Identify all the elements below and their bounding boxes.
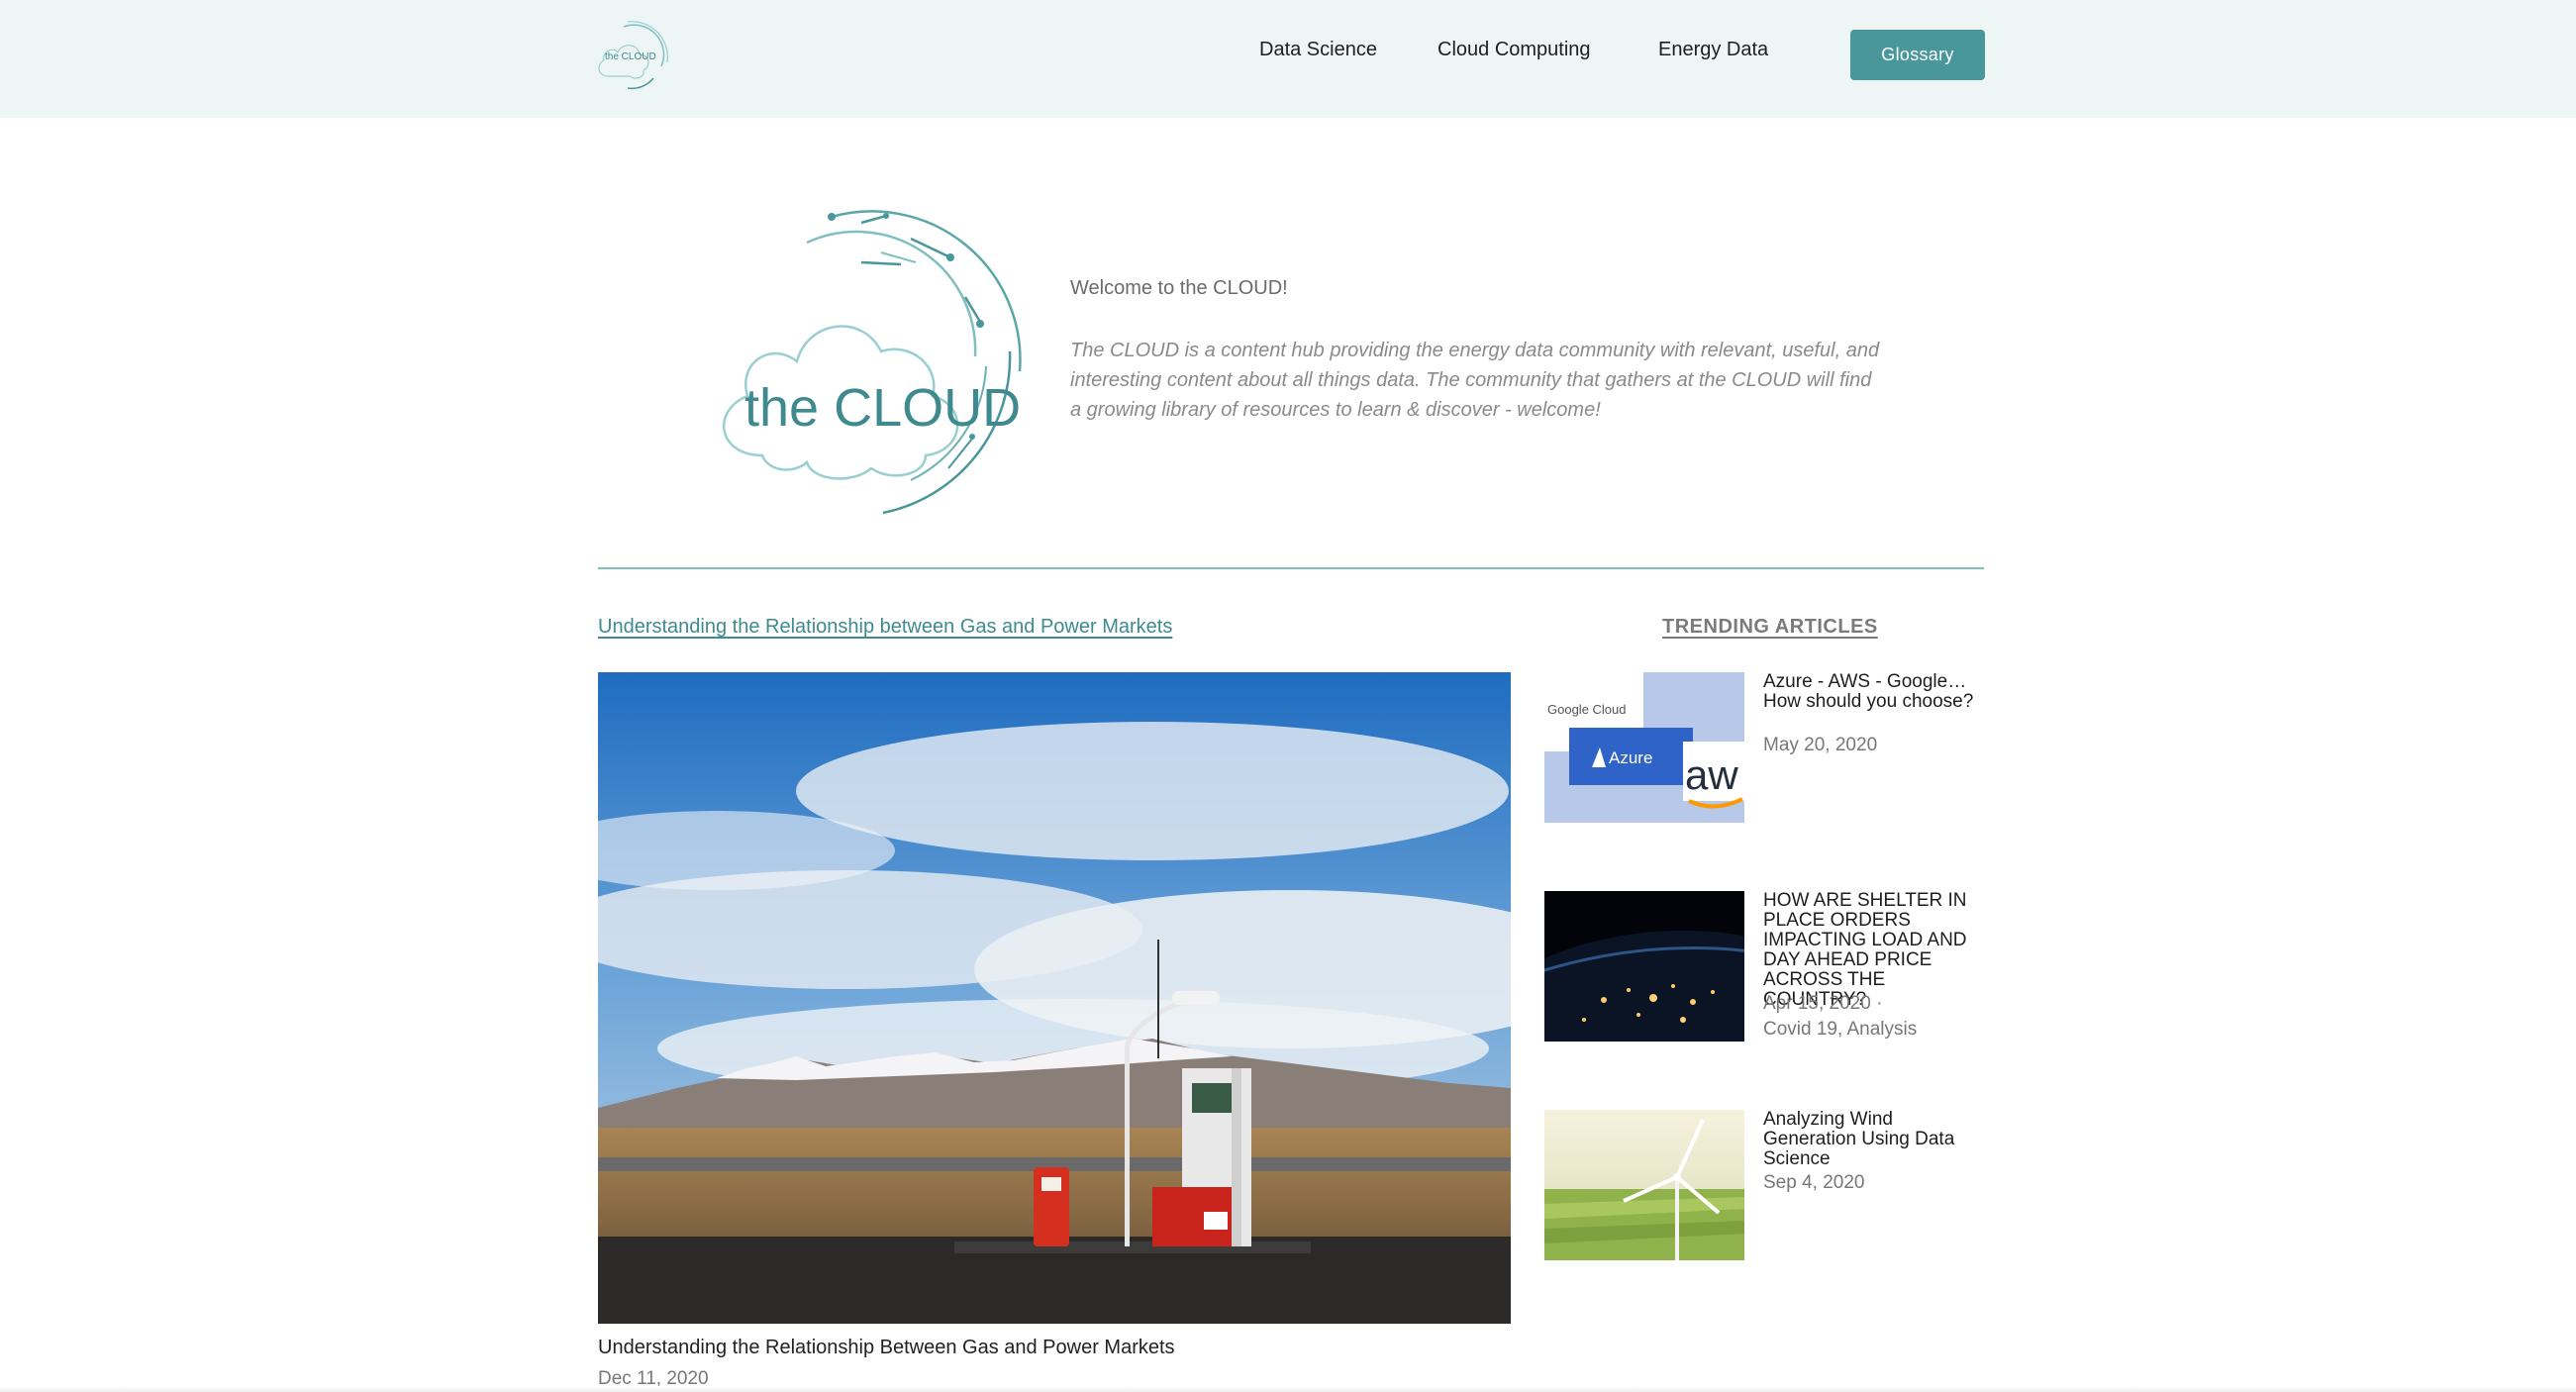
featured-article-link[interactable]: Understanding the Relationship between G… <box>598 616 1172 639</box>
trending-date-3: Sep 4, 2020 <box>1763 1172 1865 1193</box>
site-header: the CLOUD Data Science Cloud Computing E… <box>0 0 2576 118</box>
glossary-button[interactable]: Glossary <box>1850 30 1985 80</box>
nav-data-science[interactable]: Data Science <box>1259 39 1377 61</box>
google-cloud-label: Google Cloud <box>1547 702 1627 717</box>
site-logo[interactable]: the CLOUD <box>594 17 673 94</box>
trending-title-3[interactable]: Analyzing Wind Generation Using Data Sci… <box>1763 1110 1986 1169</box>
trending-thumb-wind-turbine[interactable] <box>1544 1110 1744 1260</box>
page-bottom-edge <box>0 1386 2576 1392</box>
nav-energy-data[interactable]: Energy Data <box>1658 39 1768 61</box>
hero-logo-text: the CLOUD <box>744 378 1021 438</box>
welcome-title: Welcome to the CLOUD! <box>1070 277 1288 299</box>
trending-date-1: May 20, 2020 <box>1763 735 1878 755</box>
azure-label: Azure <box>1609 748 1652 767</box>
featured-article-title[interactable]: Understanding the Relationship Between G… <box>598 1337 1175 1359</box>
welcome-description: The CLOUD is a content hub providing the… <box>1070 340 1880 421</box>
nav-cloud-computing[interactable]: Cloud Computing <box>1437 39 1591 61</box>
trending-tags-2[interactable]: Covid 19, Analysis <box>1763 1019 1917 1041</box>
section-divider <box>598 567 1984 569</box>
trending-title-1[interactable]: Azure - AWS - Google… How should you cho… <box>1763 672 1986 712</box>
aws-label: aw <box>1685 751 1738 798</box>
trending-date-2: Apr 15, 2020 · <box>1763 993 1883 1014</box>
trending-heading: TRENDING ARTICLES <box>1662 616 1878 638</box>
trending-thumb-earth-night[interactable] <box>1544 891 1744 1042</box>
trending-title-2[interactable]: HOW ARE SHELTER IN PLACE ORDERS IMPACTIN… <box>1763 891 1986 1010</box>
header-logo-text: the CLOUD <box>605 51 656 62</box>
featured-article-image[interactable] <box>598 672 1511 1324</box>
trending-thumb-cloud-providers[interactable]: Google Cloud Azure aw <box>1544 672 1744 823</box>
hero-logo: the CLOUD <box>713 203 1040 525</box>
